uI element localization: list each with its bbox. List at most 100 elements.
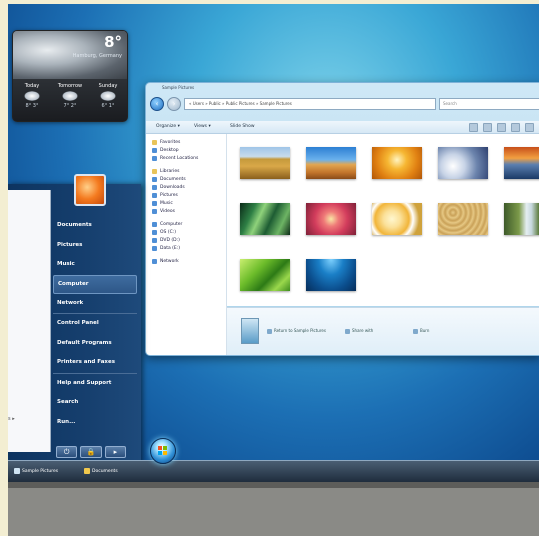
nav-label: Music xyxy=(160,200,173,206)
taskbar: Sample Pictures Documents xyxy=(8,460,539,482)
thumbnail-white-frangipani[interactable] xyxy=(372,203,422,235)
drive-icon xyxy=(152,229,157,235)
task-label: Return to Sample Pictures xyxy=(274,328,326,333)
nav-item-videos[interactable]: Videos xyxy=(146,207,226,215)
start-item-documents[interactable]: Documents xyxy=(53,216,137,236)
start-item-default-programs[interactable]: Default Programs xyxy=(53,334,137,354)
lock-icon[interactable]: 🔒 xyxy=(80,446,102,458)
burn-icon xyxy=(413,328,418,334)
organize-button[interactable]: Organize ▾ xyxy=(156,124,180,129)
documents-icon xyxy=(152,176,157,182)
forecast-range: 7° 2° xyxy=(63,103,77,109)
thumbnail-orange-sun[interactable] xyxy=(372,147,422,179)
start-item-help[interactable]: Help and Support xyxy=(53,372,137,394)
search-input[interactable]: Search xyxy=(439,98,539,110)
thumbnail-waterfall[interactable] xyxy=(504,203,539,235)
windows-logo-icon xyxy=(158,446,167,455)
start-item-computer[interactable]: Computer xyxy=(53,274,137,294)
task-label: Share with xyxy=(352,328,374,333)
thumbnail-green-leaves[interactable] xyxy=(240,203,290,235)
nav-item-downloads[interactable]: Downloads xyxy=(146,183,226,191)
nav-label: Pictures xyxy=(160,192,178,198)
nav-item-favorites[interactable]: Favorites xyxy=(146,138,226,146)
nav-label: Libraries xyxy=(160,168,180,174)
weather-forecast: Today 8° 3° Tomorrow 7° 2° Sunday 6° 1° xyxy=(13,83,127,109)
nav-item-drive-e[interactable]: Data (E:) xyxy=(146,244,226,252)
cloud-icon xyxy=(100,91,116,101)
address-row: ‹ › « Users » Public » Public Pictures »… xyxy=(150,97,539,111)
library-icon xyxy=(152,168,157,174)
power-icon[interactable]: ⏻ xyxy=(56,446,78,458)
downloads-icon xyxy=(152,184,157,190)
taskbar-item-explorer[interactable]: Sample Pictures xyxy=(14,467,58,477)
help-icon[interactable] xyxy=(525,123,534,132)
thumbnail-green-leaf[interactable] xyxy=(240,259,290,291)
back-button[interactable]: ‹ xyxy=(150,97,164,111)
cloud-icon xyxy=(62,91,78,101)
return-icon xyxy=(267,328,272,334)
start-item-control-panel[interactable]: Control Panel xyxy=(53,313,137,334)
thumbnail-winter-frost[interactable] xyxy=(438,147,488,179)
forecast-day: Sunday 6° 1° xyxy=(95,83,121,109)
view-icon[interactable] xyxy=(483,123,492,132)
thumbnail-sunset-lake[interactable] xyxy=(504,147,539,179)
bezel-edge xyxy=(8,482,539,488)
thumbnail-desert-dunes[interactable] xyxy=(306,147,356,179)
title-bar[interactable] xyxy=(146,83,539,93)
start-item-printers[interactable]: Printers and Faxes xyxy=(53,353,137,373)
nav-item-drive-d[interactable]: DVD (D:) xyxy=(146,236,226,244)
start-button[interactable] xyxy=(142,436,184,464)
start-menu-programs-pane[interactable]: s ▸ xyxy=(8,190,51,452)
nav-label: OS (C:) xyxy=(160,229,176,235)
nav-item-music[interactable]: Music xyxy=(146,199,226,207)
user-avatar[interactable] xyxy=(74,174,106,206)
nav-item-desktop[interactable]: Desktop xyxy=(146,146,226,154)
thumbnail-pink-flower[interactable] xyxy=(306,203,356,235)
nav-item-computer[interactable]: Computer xyxy=(146,220,226,228)
explorer-window[interactable]: Sample Pictures ‹ › « Users » Public » P… xyxy=(145,82,539,356)
details-pane: Return to Sample Pictures Share with Bur… xyxy=(227,307,539,355)
nav-item-libraries[interactable]: Libraries xyxy=(146,167,226,175)
folder-icon xyxy=(84,467,90,474)
nav-item-recent[interactable]: Recent Locations xyxy=(146,154,226,162)
slideshow-button[interactable]: Slide Show xyxy=(230,124,255,129)
nav-item-drive-c[interactable]: OS (C:) xyxy=(146,228,226,236)
task-burn[interactable]: Burn xyxy=(413,328,429,334)
thumbnail-sand-texture[interactable] xyxy=(438,203,488,235)
taskbar-item-documents[interactable]: Documents xyxy=(84,467,118,477)
taskbar-label: Documents xyxy=(92,469,118,474)
nav-item-network[interactable]: Network xyxy=(146,257,226,265)
task-share[interactable]: Share with xyxy=(345,328,373,334)
view-icons xyxy=(469,123,534,132)
start-item-pictures[interactable]: Pictures xyxy=(53,236,137,256)
drive-icon xyxy=(152,245,157,251)
forecast-day: Today 8° 3° xyxy=(19,83,45,109)
folder-icon xyxy=(14,467,20,474)
start-item-network[interactable]: Network xyxy=(53,294,137,314)
start-item-music[interactable]: Music xyxy=(53,255,137,275)
view-icon[interactable] xyxy=(497,123,506,132)
nav-item-documents[interactable]: Documents xyxy=(146,175,226,183)
thumbnail-underwater-blue[interactable] xyxy=(306,259,356,291)
forecast-day-label: Today xyxy=(24,83,40,89)
start-item-search[interactable]: Search xyxy=(53,393,137,413)
views-button[interactable]: Views ▾ xyxy=(194,124,211,129)
thumbnail-wheat-field[interactable] xyxy=(240,147,290,179)
arrow-right-icon[interactable]: ▸ xyxy=(104,446,126,458)
address-bar[interactable]: « Users » Public » Public Pictures » Sam… xyxy=(184,98,436,110)
forward-button[interactable]: › xyxy=(167,97,181,111)
forecast-day-label: Sunday xyxy=(98,83,118,89)
start-menu[interactable]: s ▸ Documents Pictures Music Computer Ne… xyxy=(8,174,141,464)
pictures-icon xyxy=(152,192,157,198)
nav-item-pictures[interactable]: Pictures xyxy=(146,191,226,199)
nav-label: Data (E:) xyxy=(160,245,181,251)
view-icon[interactable] xyxy=(469,123,478,132)
view-icon[interactable] xyxy=(511,123,520,132)
desktop-icon xyxy=(152,147,157,153)
weather-gadget[interactable]: 8° Hamburg, Germany Today 8° 3° Tomorrow… xyxy=(12,30,128,122)
network-icon xyxy=(152,258,157,264)
forecast-day-label: Tomorrow xyxy=(57,83,83,89)
nav-label: Downloads xyxy=(160,184,185,190)
task-return[interactable]: Return to Sample Pictures xyxy=(267,328,326,334)
start-item-run[interactable]: Run... xyxy=(53,413,137,433)
